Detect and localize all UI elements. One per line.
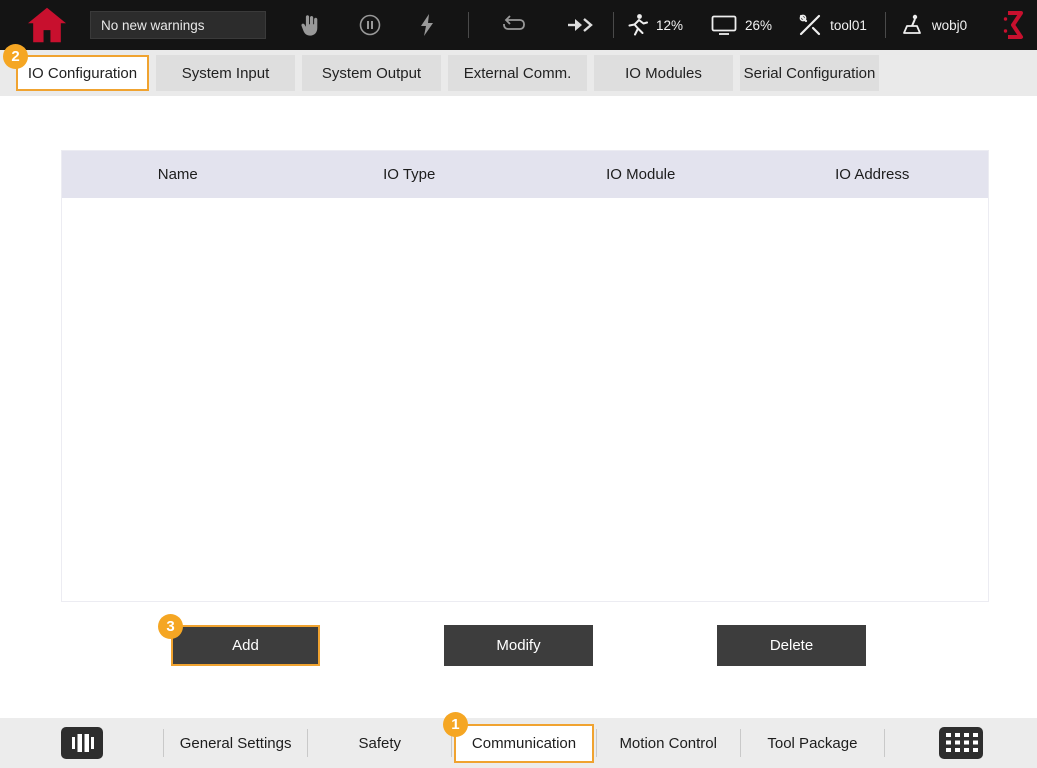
- nav-label: General Settings: [180, 735, 292, 752]
- tab-label: IO Configuration: [28, 65, 137, 82]
- tab-label: System Input: [182, 65, 270, 82]
- topbar-separator: [885, 12, 886, 38]
- nav-safety[interactable]: Safety: [308, 735, 451, 752]
- modify-button[interactable]: Modify: [444, 625, 593, 666]
- warning-status-box[interactable]: No new warnings: [90, 11, 266, 39]
- nav-tool-package[interactable]: Tool Package: [741, 735, 884, 752]
- delete-button-wrap: Delete: [717, 625, 866, 666]
- tab-label: IO Modules: [625, 65, 702, 82]
- monitor-icon[interactable]: [711, 14, 737, 36]
- loop-mode-icon[interactable]: [501, 14, 527, 36]
- io-table-body[interactable]: [62, 198, 988, 601]
- io-tab-strip: IO Configuration System Input System Out…: [0, 50, 1037, 96]
- nav-communication[interactable]: 1 Communication: [452, 724, 595, 763]
- tab-serial-configuration[interactable]: Serial Configuration: [740, 55, 879, 91]
- tab-external-comm[interactable]: External Comm.: [448, 55, 587, 91]
- tool-value: tool01: [830, 18, 867, 33]
- wobj-value: wobj0: [932, 18, 967, 33]
- tab-system-output[interactable]: System Output: [302, 55, 441, 91]
- brand-logo-icon: [1001, 8, 1027, 42]
- topbar-separator: [613, 12, 614, 38]
- speed-value: 12%: [656, 18, 683, 33]
- tab-label: System Output: [322, 65, 421, 82]
- column-header-name: Name: [62, 151, 294, 198]
- warning-text: No new warnings: [101, 18, 205, 33]
- top-status-bar: No new warnings: [0, 0, 1037, 50]
- add-button-wrap: 3 Add: [171, 625, 320, 666]
- nav-label: Safety: [359, 735, 402, 752]
- column-header-io-module: IO Module: [525, 151, 757, 198]
- nav-motion-control[interactable]: Motion Control: [597, 735, 740, 752]
- tab-io-configuration[interactable]: IO Configuration: [16, 55, 149, 91]
- nav-communication-box[interactable]: 1 Communication: [454, 724, 594, 763]
- nav-label: Communication: [472, 735, 576, 752]
- step-badge-1: 1: [443, 712, 468, 737]
- keyboard-icon[interactable]: [885, 726, 1037, 760]
- power-icon[interactable]: [418, 13, 438, 37]
- pause-icon[interactable]: [358, 13, 382, 37]
- nav-general-settings[interactable]: General Settings: [164, 735, 307, 752]
- delete-button[interactable]: Delete: [717, 625, 866, 666]
- hand-guide-icon[interactable]: [300, 13, 320, 37]
- home-icon[interactable]: [26, 6, 68, 44]
- wobj-icon[interactable]: [900, 13, 924, 37]
- tab-label: External Comm.: [464, 65, 572, 82]
- step-forward-icon[interactable]: [567, 15, 597, 35]
- column-header-io-address: IO Address: [757, 151, 989, 198]
- step-badge-2: 2: [3, 44, 28, 69]
- tab-io-modules[interactable]: IO Modules: [594, 55, 733, 91]
- tab-label: Serial Configuration: [744, 65, 876, 82]
- modify-button-wrap: Modify: [444, 625, 593, 666]
- io-table-header: Name IO Type IO Module IO Address: [62, 151, 988, 198]
- action-button-row: 3 Add Modify Delete: [0, 625, 1037, 666]
- add-button[interactable]: Add: [171, 625, 320, 666]
- nav-label: Tool Package: [767, 735, 857, 752]
- step-badge-3: 3: [158, 614, 183, 639]
- tools-icon[interactable]: [798, 13, 822, 37]
- io-table: Name IO Type IO Module IO Address: [61, 150, 989, 602]
- tab-system-input[interactable]: System Input: [156, 55, 295, 91]
- speed-icon[interactable]: [626, 13, 648, 37]
- column-header-io-type: IO Type: [294, 151, 526, 198]
- program-list-icon[interactable]: [0, 726, 163, 760]
- pendant-screen: No new warnings: [0, 0, 1037, 768]
- topbar-separator: [468, 12, 469, 38]
- monitor-value: 26%: [745, 18, 772, 33]
- nav-label: Motion Control: [619, 735, 717, 752]
- bottom-nav-bar: General Settings Safety 1 Communication …: [0, 718, 1037, 768]
